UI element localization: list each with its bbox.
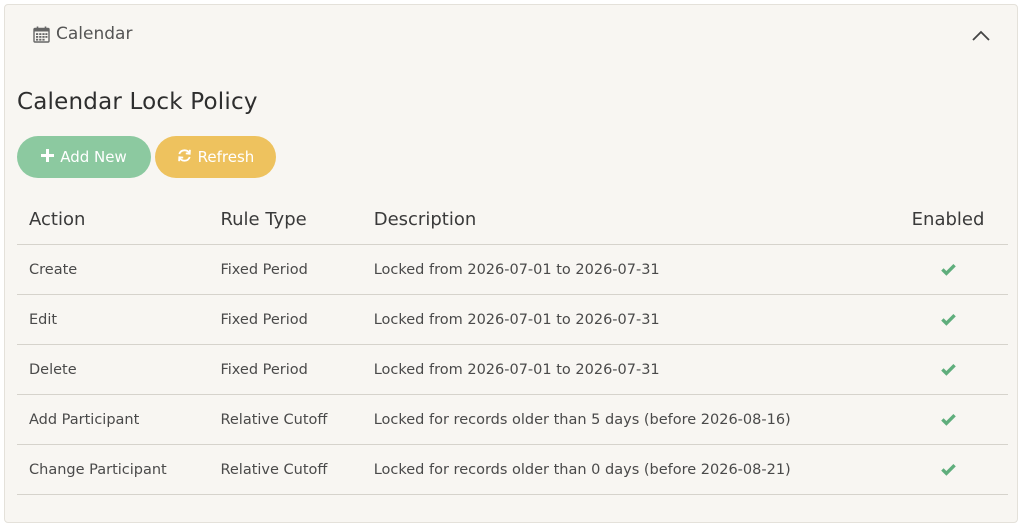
cell-rule-type: Fixed Period: [208, 294, 362, 345]
table-row[interactable]: Edit Fixed Period Locked from 2026-07-01…: [17, 294, 1008, 345]
header-action[interactable]: Action: [17, 195, 209, 245]
calendar-panel: Calendar Calendar Lock Policy Add New Re…: [4, 4, 1018, 523]
check-icon: [940, 412, 957, 428]
header-description[interactable]: Description: [361, 195, 889, 245]
cell-rule-type: Relative Cutoff: [208, 394, 362, 445]
check-icon: [940, 262, 957, 278]
check-icon: [940, 362, 957, 378]
cell-rule-type: Fixed Period: [208, 244, 362, 295]
cell-enabled: [888, 394, 1008, 445]
table-header-row: Action Rule Type Description Enabled: [17, 195, 1008, 245]
check-icon: [940, 462, 957, 478]
cell-description: Locked for records older than 0 days (be…: [361, 444, 889, 495]
cell-description: Locked from 2026-07-01 to 2026-07-31: [361, 344, 889, 395]
lock-policy-table: Action Rule Type Description Enabled Cre…: [17, 195, 1008, 495]
refresh-button[interactable]: Refresh: [155, 136, 276, 178]
collapse-button[interactable]: [969, 24, 993, 46]
cell-description: Locked from 2026-07-01 to 2026-07-31: [361, 294, 889, 345]
cell-description: Locked for records older than 5 days (be…: [361, 394, 889, 445]
calendar-icon: [33, 26, 50, 43]
panel-title: Calendar: [33, 24, 132, 44]
page-title: Calendar Lock Policy: [17, 89, 258, 115]
panel-title-text: Calendar: [56, 24, 133, 44]
table-row[interactable]: Create Fixed Period Locked from 2026-07-…: [17, 244, 1008, 295]
panel-header[interactable]: Calendar: [5, 5, 1017, 65]
table-row[interactable]: Change Participant Relative Cutoff Locke…: [17, 444, 1008, 495]
refresh-icon: [177, 148, 192, 167]
table-row[interactable]: Delete Fixed Period Locked from 2026-07-…: [17, 344, 1008, 395]
cell-enabled: [888, 244, 1008, 295]
refresh-label: Refresh: [197, 148, 255, 166]
plus-icon: [41, 148, 55, 166]
table-row[interactable]: Add Participant Relative Cutoff Locked f…: [17, 394, 1008, 445]
cell-rule-type: Relative Cutoff: [208, 444, 362, 495]
cell-action: Create: [17, 244, 209, 295]
cell-enabled: [888, 294, 1008, 345]
cell-action: Add Participant: [17, 394, 209, 445]
chevron-up-icon: [972, 26, 990, 45]
header-rule-type[interactable]: Rule Type: [208, 195, 362, 245]
add-new-button[interactable]: Add New: [17, 136, 151, 178]
cell-action: Change Participant: [17, 444, 209, 495]
check-icon: [940, 312, 957, 328]
cell-enabled: [888, 344, 1008, 395]
header-enabled[interactable]: Enabled: [888, 195, 1008, 245]
cell-rule-type: Fixed Period: [208, 344, 362, 395]
cell-description: Locked from 2026-07-01 to 2026-07-31: [361, 244, 889, 295]
add-new-label: Add New: [60, 148, 127, 166]
cell-action: Delete: [17, 344, 209, 395]
cell-action: Edit: [17, 294, 209, 345]
cell-enabled: [888, 444, 1008, 495]
